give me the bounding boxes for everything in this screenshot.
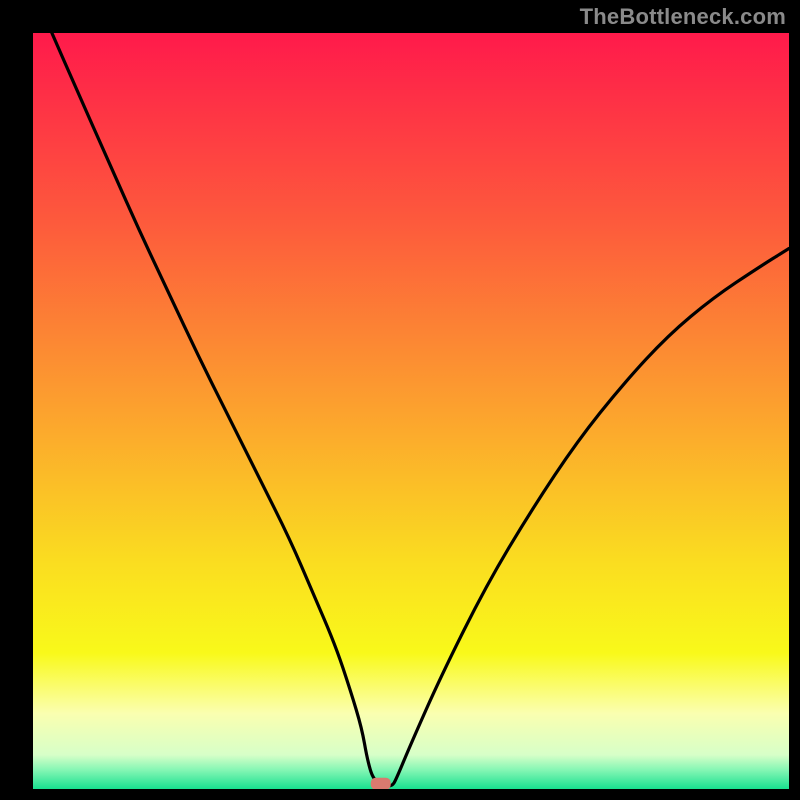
gradient-background (33, 33, 789, 789)
watermark-text: TheBottleneck.com (580, 4, 786, 30)
chart-frame: TheBottleneck.com (0, 0, 800, 800)
plot-svg (0, 0, 800, 800)
optimum-marker (371, 778, 391, 790)
